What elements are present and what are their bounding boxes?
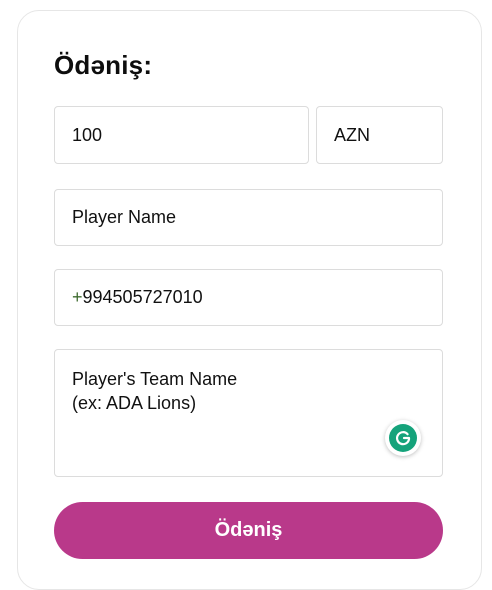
pay-button[interactable]: Ödəniş bbox=[54, 502, 443, 559]
phone-digits: 994505727010 bbox=[82, 287, 203, 307]
grammarly-icon-badge bbox=[389, 424, 417, 452]
form-title: Ödəniş: bbox=[54, 50, 153, 80]
grammarly-icon[interactable] bbox=[385, 420, 421, 456]
grammarly-g-glyph bbox=[396, 431, 411, 446]
team-name-placeholder: Player's Team Name (ex: ADA Lions) bbox=[72, 369, 238, 413]
currency-value: AZN bbox=[334, 124, 370, 145]
phone-plus-sign: + bbox=[72, 287, 83, 307]
amount-input[interactable]: 100 bbox=[54, 106, 309, 164]
team-name-textarea[interactable]: Player's Team Name (ex: ADA Lions) bbox=[54, 349, 443, 477]
player-name-input[interactable]: Player Name bbox=[54, 189, 443, 246]
amount-value: 100 bbox=[72, 124, 103, 145]
phone-input[interactable]: +994505727010 bbox=[54, 269, 443, 326]
currency-select[interactable]: AZN bbox=[316, 106, 443, 164]
player-name-placeholder: Player Name bbox=[72, 207, 177, 227]
